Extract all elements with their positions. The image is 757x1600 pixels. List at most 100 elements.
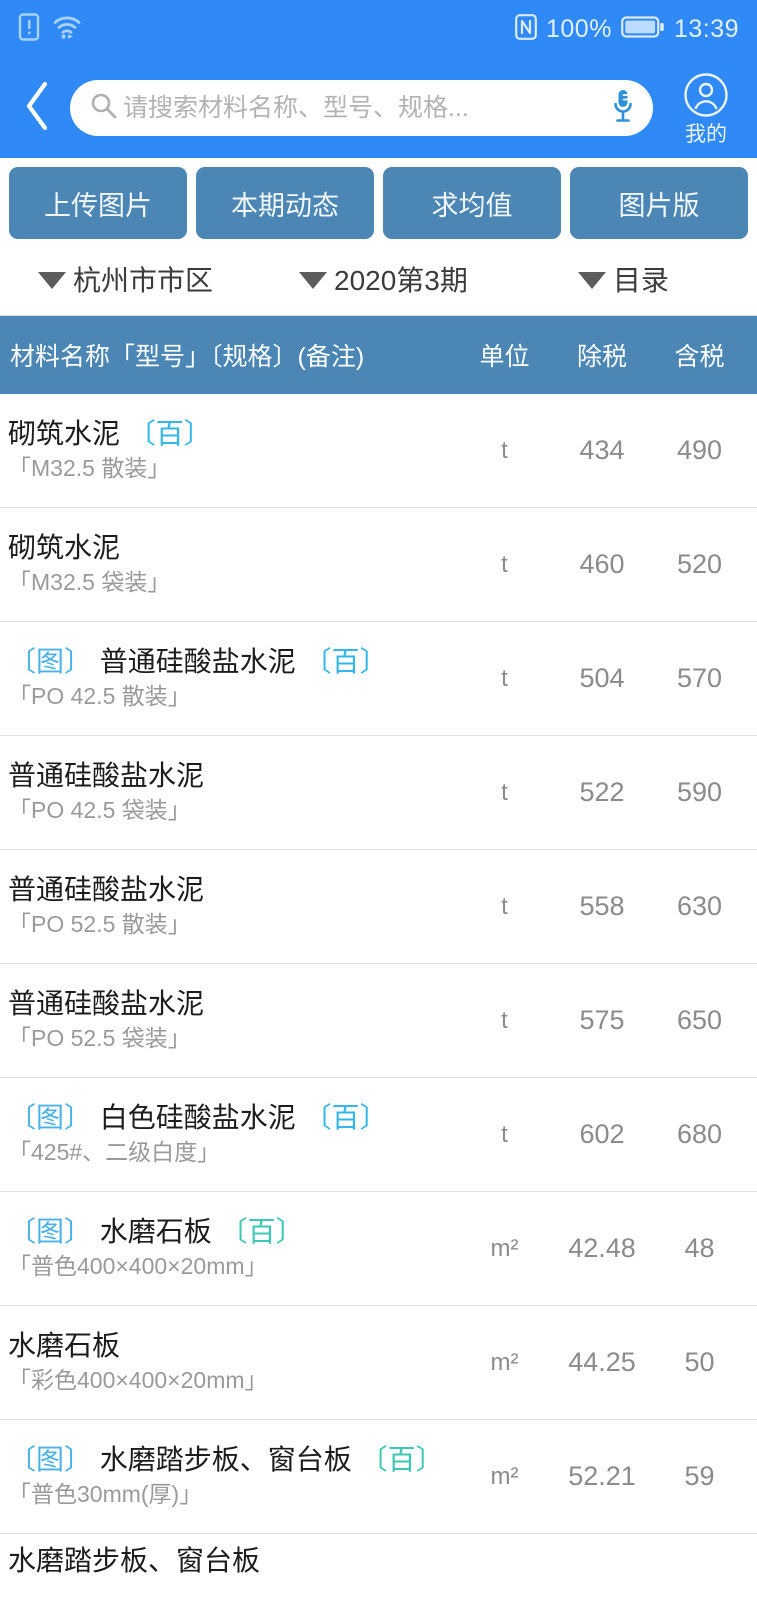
hundred-tag-badge[interactable]: 〔百〕 (304, 646, 388, 677)
table-row[interactable]: 普通硅酸盐水泥 「PO 52.5 散装」 t 558 630 (0, 850, 757, 964)
material-name-text: 水磨踏步板、窗台板 (99, 1443, 352, 1475)
image-tag-badge[interactable]: 〔图〕 (8, 1216, 92, 1247)
material-name-text: 白色硅酸盐水泥 (99, 1101, 296, 1133)
user-avatar-icon (683, 72, 729, 123)
material-name-text: 普通硅酸盐水泥 (8, 759, 205, 791)
column-header-name: 材料名称「型号」〔规格〕(备注) (10, 343, 365, 371)
microphone-icon[interactable] (611, 88, 635, 129)
table-row[interactable]: 〔图〕 普通硅酸盐水泥 〔百〕 「PO 42.5 散装」 t 504 570 (0, 622, 757, 736)
material-name-cell: 〔图〕 水磨石板 〔百〕「普色400×400×20mm」 (0, 1192, 457, 1305)
filter-catalog[interactable]: 目录 (468, 259, 669, 299)
filter-period-label: 2020第3期 (334, 264, 468, 296)
in-tax-price-cell: 590 (676, 777, 723, 807)
material-name-line: 砌筑水泥 〔百〕 (8, 417, 451, 451)
hundred-tag-badge[interactable]: 〔百〕 (220, 1216, 304, 1247)
table-row[interactable]: 水磨踏步板、窗台板 (0, 1534, 757, 1594)
ex-tax-price-cell: 522 (579, 777, 625, 807)
in-tax-price-cell: 650 (676, 1005, 723, 1035)
table-row[interactable]: 砌筑水泥 「M32.5 袋装」 t 460 520 (0, 508, 757, 622)
back-chevron-icon (23, 80, 53, 137)
unit-cell: m² (490, 1462, 519, 1490)
material-name-text: 砌筑水泥 (8, 531, 121, 563)
material-spec-line: 「425#、二级白度」 (8, 1138, 221, 1165)
ex-tax-price-cell: 434 (579, 435, 625, 465)
material-list: 砌筑水泥 〔百〕 「M32.5 散装」 t 434 490 砌筑水泥 「M32.5 袋装」 t… (0, 394, 757, 1594)
material-spec-line: 「普色30mm(厚)」 (8, 1480, 203, 1507)
image-tag-badge[interactable]: 〔图〕 (8, 646, 92, 677)
in-tax-price-cell: 680 (676, 1119, 723, 1149)
table-row[interactable]: 普通硅酸盐水泥「PO 42.5 袋装」 t 522 590 (0, 736, 757, 850)
battery-full-icon (621, 15, 665, 44)
profile-button[interactable]: 我的 (669, 72, 743, 145)
ex-tax-price-cell: 602 (579, 1119, 625, 1149)
ex-tax-price-cell: 52.21 (568, 1461, 636, 1491)
material-name-line: 〔图〕 普通硅酸盐水泥 〔百〕 (8, 645, 451, 679)
material-name-cell: 砌筑水泥 〔百〕「M32.5 散装」 (0, 394, 457, 507)
material-name-cell: 普通硅酸盐水泥「PO 52.5 散装」 (0, 850, 457, 963)
in-tax-price-cell: 59 (684, 1461, 715, 1491)
material-name-line: 普通硅酸盐水泥 (8, 759, 451, 793)
ex-tax-price-cell: 504 (579, 663, 625, 693)
material-name-line: 普通硅酸盐水泥 (8, 987, 451, 1021)
material-name-text: 水磨踏步板、窗台板 (8, 1545, 261, 1576)
material-name-cell: 水磨踏步板、窗台板 (0, 1534, 757, 1594)
in-tax-price-cell: 570 (676, 663, 723, 693)
in-tax-price-cell: 50 (684, 1347, 715, 1377)
table-row[interactable]: 普通硅酸盐水泥「PO 52.5 袋装」 t 575 650 (0, 964, 757, 1078)
hundred-tag-badge[interactable]: 〔百〕 (128, 418, 212, 449)
filter-row: 杭州市市区 2020第3期 目录 (0, 242, 757, 316)
ex-tax-price-cell: 558 (579, 891, 625, 921)
back-button[interactable] (10, 73, 66, 143)
filter-region[interactable]: 杭州市市区 (0, 259, 213, 299)
material-name-cell: 水磨石板「彩色400×400×20mm」 (0, 1306, 457, 1419)
material-name-line: 砌筑水泥 (8, 531, 451, 565)
material-spec-line: 「彩色400×400×20mm」 (8, 1366, 268, 1393)
ex-tax-price-cell: 42.48 (568, 1233, 636, 1263)
material-spec-line: 「PO 42.5 袋装」 (8, 796, 191, 823)
material-name-text: 水磨石板 (99, 1215, 212, 1247)
average-value-button[interactable]: 求均值 (383, 167, 561, 239)
material-name-line: 〔图〕 水磨踏步板、窗台板 〔百〕 (8, 1443, 451, 1477)
in-tax-price-cell: 520 (676, 549, 723, 579)
image-tag-badge[interactable]: 〔图〕 (8, 1444, 92, 1475)
current-period-trends-button[interactable]: 本期动态 (196, 167, 374, 239)
unit-cell: m² (490, 1348, 519, 1376)
ex-tax-price-cell: 575 (579, 1005, 625, 1035)
unit-cell: t (501, 436, 508, 464)
hundred-tag-badge[interactable]: 〔百〕 (304, 1102, 388, 1133)
search-icon (90, 92, 117, 124)
material-spec-line: 「普色400×400×20mm」 (8, 1252, 268, 1279)
material-name-line: 〔图〕 白色硅酸盐水泥 〔百〕 (8, 1101, 451, 1135)
filter-catalog-label: 目录 (612, 264, 669, 296)
search-input[interactable] (117, 93, 611, 123)
image-tag-badge[interactable]: 〔图〕 (8, 1102, 92, 1133)
material-name-text: 水磨石板 (8, 1329, 121, 1361)
material-name-line: 普通硅酸盐水泥 (8, 873, 451, 907)
upload-image-button[interactable]: 上传图片 (9, 167, 187, 239)
status-bar-right: 100% 13:39 (515, 13, 739, 45)
material-name-text: 普通硅酸盐水泥 (8, 987, 205, 1019)
material-spec-line: 「PO 52.5 袋装」 (8, 1024, 191, 1051)
image-version-button[interactable]: 图片版 (570, 167, 748, 239)
unit-cell: t (501, 550, 508, 578)
in-tax-price-cell: 490 (676, 435, 723, 465)
material-spec-line: 「PO 52.5 散装」 (8, 910, 191, 937)
battery-percent-label: 100% (545, 14, 612, 43)
table-row[interactable]: 水磨石板「彩色400×400×20mm」 m² 44.25 50 (0, 1306, 757, 1420)
column-header-ex-tax: 除税 (576, 343, 627, 371)
table-row[interactable]: 砌筑水泥 〔百〕「M32.5 散装」 t 434 490 (0, 394, 757, 508)
material-name-cell: 〔图〕 白色硅酸盐水泥 〔百〕「425#、二级白度」 (0, 1078, 457, 1191)
material-spec-line: 「M32.5 散装」 (8, 454, 171, 481)
unit-cell: t (501, 778, 508, 806)
ex-tax-price-cell: 44.25 (568, 1347, 636, 1377)
table-row[interactable]: 〔图〕 白色硅酸盐水泥 〔百〕「425#、二级白度」 t 602 680 (0, 1078, 757, 1192)
chevron-down-icon (38, 271, 66, 289)
hundred-tag-badge[interactable]: 〔百〕 (360, 1444, 444, 1475)
unit-cell: t (501, 1006, 508, 1034)
table-row[interactable]: 〔图〕 水磨踏步板、窗台板 〔百〕「普色30mm(厚)」 m² 52.21 59 (0, 1420, 757, 1534)
table-row[interactable]: 〔图〕 水磨石板 〔百〕 「普色400×400×20mm」 m² 42.48 48 (0, 1192, 757, 1306)
filter-period[interactable]: 2020第3期 (213, 259, 468, 299)
search-bar[interactable] (70, 80, 653, 136)
unit-cell: t (501, 1120, 508, 1148)
column-header-unit: 单位 (479, 343, 530, 371)
